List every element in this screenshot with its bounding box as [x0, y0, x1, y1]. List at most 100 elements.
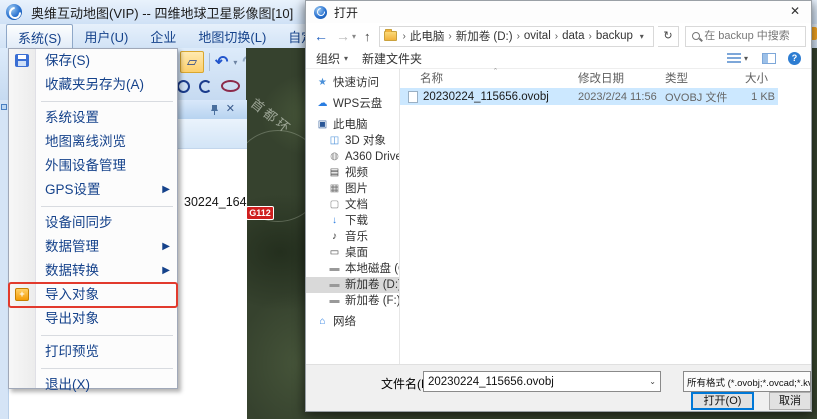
file-row[interactable]: 20230224_115656.ovobj 2023/2/24 11:56 OV… [400, 88, 778, 105]
sidebar-item[interactable]: A360 Drive [306, 149, 399, 165]
sidebar-item[interactable]: 快速访问 [306, 75, 399, 91]
menubar-item[interactable]: 地图切换(L) [187, 24, 277, 48]
menu-item[interactable]: 导入对象 [9, 283, 177, 307]
sidebar-item[interactable]: 桌面 [306, 245, 399, 261]
menu-item[interactable]: 系统设置 [9, 106, 177, 130]
history-dropdown-icon[interactable]: ▾ [352, 32, 356, 41]
favorites-item-label[interactable]: 30224_164 [184, 195, 247, 209]
column-header-type[interactable]: 类型 [653, 70, 733, 86]
back-icon[interactable]: ← [314, 28, 328, 44]
draw-circle-tool-icon[interactable] [177, 80, 190, 93]
breadcrumb-segment[interactable]: data [562, 30, 584, 42]
undo-icon[interactable]: ↶ [215, 52, 228, 72]
panel-close-icon[interactable]: ✕ [226, 104, 235, 115]
sidebar-item[interactable]: 下载 [306, 213, 399, 229]
menu-item[interactable]: 外围设备管理 [9, 154, 177, 178]
open-button[interactable]: 打开(O) [691, 392, 754, 410]
sidebar-item[interactable]: WPS云盘 [306, 96, 399, 112]
menu-item[interactable]: GPS设置 ▶ [9, 178, 177, 202]
sidebar-item[interactable]: 音乐 [306, 229, 399, 245]
sidebar-item[interactable]: 本地磁盘 (C:) [306, 261, 399, 277]
menu-item[interactable]: 数据转换 ▶ [9, 259, 177, 283]
menubar-item[interactable]: 用户(U) [73, 24, 139, 48]
menu-item-label: 地图离线浏览 [45, 134, 126, 149]
filename-input[interactable] [428, 376, 647, 388]
pin-icon[interactable] [210, 104, 219, 115]
menubar-item[interactable]: 企业 [139, 24, 187, 48]
draw-ellipse-tool-icon[interactable] [221, 80, 240, 92]
sidebar-item-icon [328, 133, 341, 149]
dialog-nav-row: ← → ▾ ↑ › 此电脑 › 新加卷 (D:) › ovital › data [306, 23, 811, 49]
sidebar-item-icon [316, 117, 329, 133]
dialog-titlebar[interactable]: 打开 ✕ [306, 1, 811, 23]
file-list: 名称 ˆ 修改日期 类型 大小 20230224_115656.ovobj [400, 69, 811, 366]
sidebar-item-icon [316, 96, 329, 112]
search-icon [692, 32, 700, 40]
sidebar-item-label: 本地磁盘 (C:) [345, 261, 400, 277]
breadcrumb-segment[interactable]: 新加卷 (D:) [456, 28, 513, 44]
format-value: 所有格式 (*.ovobj;*.ovcad;*.kv [687, 375, 811, 389]
sidebar-item[interactable]: 新加卷 (F:) [306, 293, 399, 309]
sidebar-item-icon [328, 197, 341, 213]
sidebar-item[interactable]: 文档 [306, 197, 399, 213]
sidebar-item-icon [316, 314, 329, 330]
preview-pane-icon[interactable] [762, 53, 776, 64]
breadcrumb[interactable]: › 此电脑 › 新加卷 (D:) › ovital › data › backu… [379, 26, 654, 47]
breadcrumb-segment[interactable]: ovital [524, 30, 551, 42]
menu-item[interactable]: 导出对象 [9, 307, 177, 331]
column-header-size[interactable]: 大小 [733, 70, 781, 86]
dock-strip [0, 100, 8, 419]
cancel-button[interactable]: 取消 [769, 392, 811, 410]
file-name: 20230224_115656.ovobj [408, 91, 566, 103]
menubar-item[interactable]: 系统(S) [6, 24, 73, 48]
sidebar-item-label: 快速访问 [333, 75, 379, 91]
view-mode-icon[interactable] [727, 53, 741, 64]
sidebar-item[interactable]: 网络 [306, 314, 399, 330]
search-box[interactable] [685, 26, 806, 47]
refresh-icon[interactable]: ↻ [658, 26, 679, 47]
menu-item-label: 设备间同步 [45, 215, 113, 230]
filename-dropdown-icon[interactable]: ⌄ [649, 377, 656, 386]
sidebar-item[interactable]: 新加卷 (D:) [306, 277, 399, 293]
sidebar-item-label: WPS云盘 [333, 96, 382, 112]
breadcrumb-dropdown-icon[interactable]: ▾ [640, 32, 644, 41]
sidebar-item-label: A360 Drive [345, 149, 400, 165]
sidebar-item[interactable]: 此电脑 [306, 117, 399, 133]
up-icon[interactable]: ↑ [364, 29, 371, 44]
menu-item-icon [15, 288, 29, 301]
dialog-close-icon[interactable]: ✕ [779, 1, 811, 23]
undo-dropdown-icon[interactable]: ▾ [233, 58, 237, 67]
organize-button[interactable]: 组织 [316, 50, 340, 67]
breadcrumb-segment[interactable]: 此电脑 [410, 28, 445, 44]
filename-combo[interactable]: ⌄ [423, 371, 661, 392]
menu-item[interactable]: 保存(S) [9, 49, 177, 73]
organize-dropdown-icon[interactable]: ▾ [344, 54, 348, 63]
sidebar-item-icon [316, 75, 329, 91]
sidebar-item[interactable]: 3D 对象 [306, 133, 399, 149]
breadcrumb-segment[interactable]: backup [596, 30, 633, 42]
sidebar-item[interactable]: 图片 [306, 181, 399, 197]
submenu-arrow-icon: ▶ [162, 178, 170, 202]
menu-item[interactable]: 打印预览 [9, 340, 177, 364]
sidebar-item-label: 新加卷 (F:) [345, 293, 400, 309]
column-header-name[interactable]: 名称 ˆ [408, 70, 566, 86]
sidebar-item[interactable]: 视频 [306, 165, 399, 181]
menu-item[interactable]: 数据管理 ▶ [9, 235, 177, 259]
search-input[interactable] [704, 30, 801, 42]
sidebar-item-label: 视频 [345, 165, 368, 181]
forward-icon[interactable]: → [336, 28, 350, 44]
menu-item[interactable]: 收藏夹另存为(A) [9, 73, 177, 97]
draw-arc-tool-icon[interactable] [199, 80, 212, 93]
sidebar-item-label: 此电脑 [333, 117, 368, 133]
format-select[interactable]: 所有格式 (*.ovobj;*.ovcad;*.kv ⌄ [683, 371, 811, 392]
breadcrumb-separator: › [585, 31, 596, 42]
select-tool-button[interactable]: ▱ [180, 51, 204, 73]
menu-item[interactable]: 退出(X) [9, 373, 177, 397]
view-mode-dropdown-icon[interactable]: ▾ [744, 54, 748, 63]
new-folder-button[interactable]: 新建文件夹 [362, 50, 422, 67]
menu-item-label: 外围设备管理 [45, 158, 126, 173]
menu-item[interactable]: 设备间同步 [9, 211, 177, 235]
menu-item[interactable]: 地图离线浏览 [9, 130, 177, 154]
column-header-date[interactable]: 修改日期 [566, 70, 653, 86]
help-icon[interactable]: ? [788, 52, 801, 65]
